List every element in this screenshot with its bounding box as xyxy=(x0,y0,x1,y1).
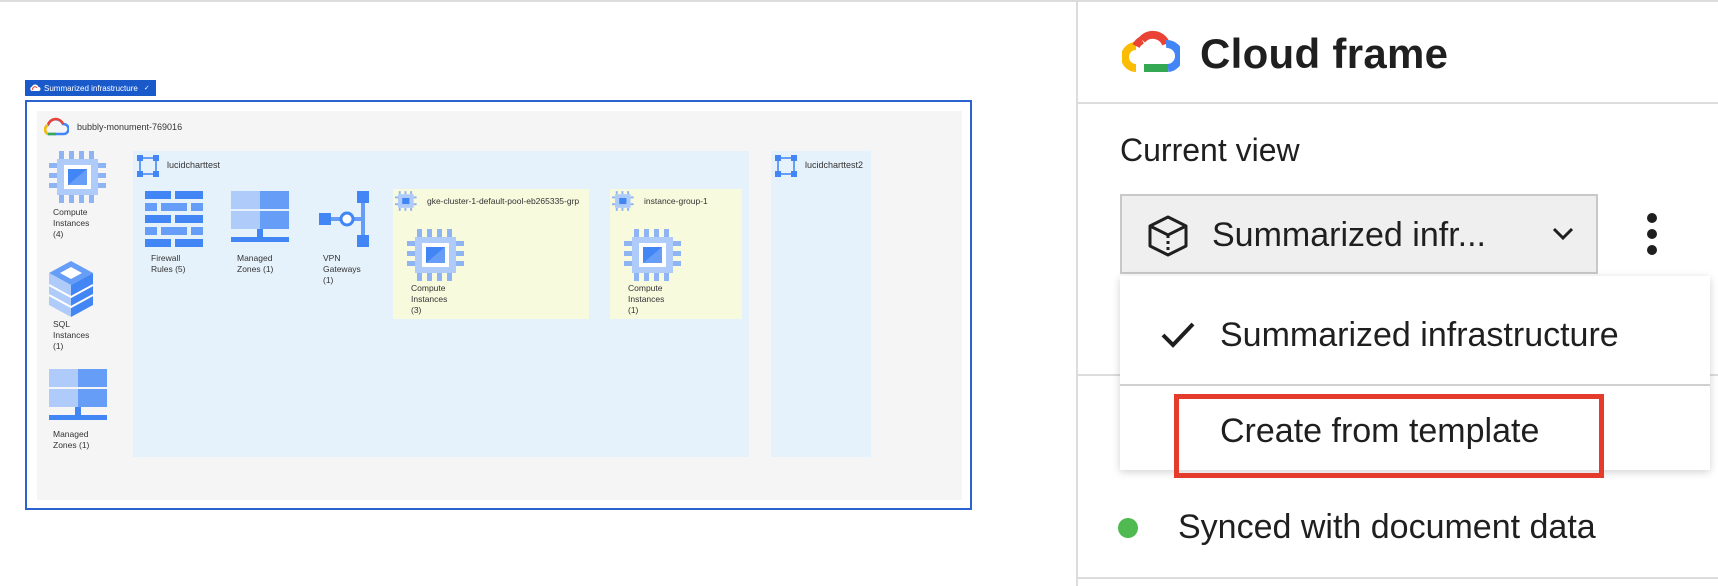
diagram-canvas[interactable]: Summarized infrastructure ✓ bubbly-monum… xyxy=(0,2,1076,586)
cloud-frame[interactable]: bubbly-monument-769016 Compute Instances(… xyxy=(25,100,972,510)
checkmark-icon xyxy=(1161,322,1195,348)
highlight-box xyxy=(1174,394,1604,478)
cloud-logo-icon xyxy=(30,84,41,91)
frame-tab-label: Summarized infrastructure xyxy=(44,83,138,93)
menu-item-label: Summarized infrastructure xyxy=(1220,316,1619,354)
instance-group-container[interactable]: instance-group-1 Compute Instances (1) xyxy=(610,189,742,319)
app-root: Summarized infrastructure ✓ bubbly-monum… xyxy=(0,0,1718,586)
vpc-managed-zones-label: Managed Zones (1) xyxy=(237,253,274,274)
instance-group-name: instance-group-1 xyxy=(644,196,708,206)
managed-zones-label: Managed Zones (1) xyxy=(53,429,90,450)
project-name: bubbly-monument-769016 xyxy=(77,122,183,132)
vpc-network-name: lucidcharttest2 xyxy=(805,160,864,170)
current-view-label: Current view xyxy=(1120,132,1300,168)
cloud-sql-icon[interactable] xyxy=(49,261,93,317)
google-cloud-logo-icon xyxy=(1122,30,1180,72)
cube-icon xyxy=(1148,215,1188,257)
firewall-icon[interactable] xyxy=(145,191,203,247)
vpc-network-icon xyxy=(775,155,797,177)
vpn-gateways-label: VPN Gateways (1) xyxy=(323,253,361,285)
project-container[interactable]: bubbly-monument-769016 Compute Instances(… xyxy=(37,111,962,500)
firewall-rules-label: Firewall Rules (5) xyxy=(151,253,186,274)
more-options-icon[interactable] xyxy=(1644,212,1660,256)
instance-group-icon xyxy=(612,191,634,211)
sql-instances-label: SQL Instances (1) xyxy=(53,319,90,351)
vpc-network-container[interactable]: lucidcharttest Firewall Rules (5) Manage… xyxy=(133,151,749,457)
instance-group-name: gke-cluster-1-default-pool-eb265335-grp xyxy=(427,196,580,206)
group-compute-instances-label: Compute Instances (1) xyxy=(628,283,665,315)
panel-divider xyxy=(1078,577,1718,579)
group-compute-instances-label: Compute Instances (3) xyxy=(411,283,448,315)
selected-view-text: Summarized infr... xyxy=(1212,216,1486,254)
compute-instances-label: Compute Instances (4) xyxy=(53,207,90,239)
panel-title: Cloud frame xyxy=(1200,30,1449,77)
compute-engine-icon[interactable] xyxy=(624,229,682,281)
vpc-network-container[interactable]: lucidcharttest2 xyxy=(771,151,871,457)
vpc-network-icon xyxy=(137,155,159,177)
sync-status-dot xyxy=(1118,518,1138,538)
menu-item-summarized-infrastructure[interactable]: Summarized infrastructure xyxy=(1120,276,1710,386)
instance-group-container[interactable]: gke-cluster-1-default-pool-eb265335-grp xyxy=(393,189,589,319)
compute-engine-icon[interactable] xyxy=(49,151,107,203)
compute-engine-icon[interactable] xyxy=(407,229,465,281)
google-cloud-logo-icon xyxy=(43,117,69,136)
cloud-dns-icon[interactable] xyxy=(231,191,289,245)
sync-status-text: Synced with document data xyxy=(1178,508,1596,546)
panel-header: Cloud frame xyxy=(1078,2,1718,104)
chevron-down-icon xyxy=(1552,227,1574,241)
vpn-gateway-icon[interactable] xyxy=(319,191,371,249)
cloud-frame-panel: Cloud frame Current view Summarized infr… xyxy=(1076,2,1718,586)
frame-tab[interactable]: Summarized infrastructure ✓ xyxy=(25,80,156,96)
cloud-dns-icon[interactable] xyxy=(49,369,107,423)
instance-group-icon xyxy=(395,191,417,211)
view-select[interactable]: Summarized infr... xyxy=(1120,194,1598,274)
vpc-network-name: lucidcharttest xyxy=(167,160,221,170)
frame-tab-chevron-icon[interactable]: ✓ xyxy=(144,84,150,92)
